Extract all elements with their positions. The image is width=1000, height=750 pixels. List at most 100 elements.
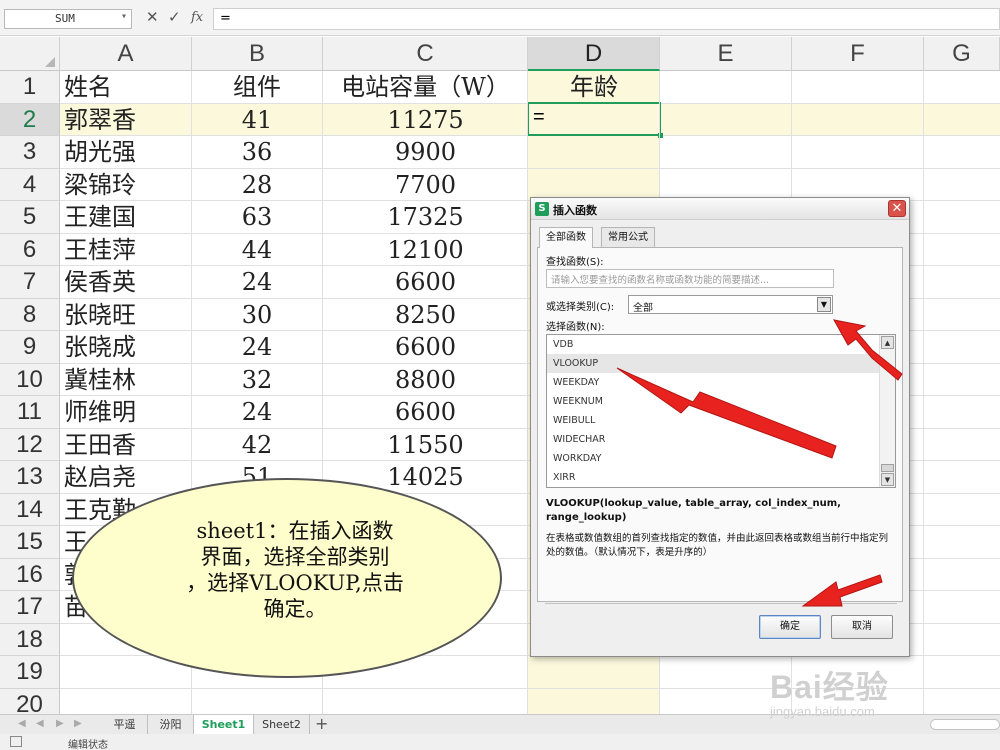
cell-b[interactable]: 28 [192, 169, 322, 202]
cell-a[interactable]: 王田香 [64, 429, 136, 462]
row-header[interactable]: 12 [0, 428, 60, 461]
cell-b[interactable]: 42 [192, 429, 322, 462]
ok-button[interactable]: 确定 [759, 615, 821, 639]
horizontal-scrollbar[interactable] [930, 719, 1000, 730]
sheet-tab[interactable]: Sheet2 [254, 715, 310, 734]
cell-a[interactable]: 张晓旺 [64, 299, 136, 332]
close-icon[interactable]: ✕ [888, 200, 906, 217]
cell-a[interactable]: 师维明 [64, 396, 136, 429]
sheet-tab[interactable]: 平遥 [102, 715, 148, 734]
row-header[interactable]: 5 [0, 201, 60, 234]
cell-b[interactable]: 36 [192, 136, 322, 169]
sheet-tab[interactable]: 汾阳 [148, 715, 194, 734]
row-header[interactable]: 11 [0, 396, 60, 429]
cell-b[interactable]: 组件 [192, 71, 322, 104]
cell-c[interactable]: 6600 [323, 266, 528, 299]
cell-b[interactable]: 63 [192, 201, 322, 234]
function-list-item[interactable]: WEIBULL [547, 411, 880, 430]
cell-a[interactable]: 王桂萍 [64, 234, 136, 267]
cell-a[interactable]: 姓名 [64, 71, 112, 104]
row-header[interactable]: 7 [0, 266, 60, 299]
row-header[interactable]: 4 [0, 168, 60, 201]
cell-c[interactable]: 7700 [323, 169, 528, 202]
macro-icon[interactable] [10, 736, 22, 747]
cell-b[interactable]: 30 [192, 299, 322, 332]
name-box[interactable]: SUM ▾ [4, 9, 132, 29]
cell-a[interactable]: 胡光强 [64, 136, 136, 169]
column-header-f[interactable]: F [792, 37, 924, 71]
function-list-item[interactable]: WORKDAY [547, 449, 880, 468]
scroll-thumb[interactable] [881, 464, 894, 472]
cancel-button[interactable]: 取消 [831, 615, 893, 639]
cell-a[interactable]: 张晓成 [64, 331, 136, 364]
cell-b[interactable]: 44 [192, 234, 322, 267]
cell-d[interactable]: 年龄 [528, 71, 660, 104]
cell-c[interactable]: 17325 [323, 201, 528, 234]
row-header[interactable]: 14 [0, 493, 60, 526]
function-list-item[interactable]: XIRR [547, 468, 880, 487]
select-all-corner[interactable] [0, 37, 60, 71]
function-search-input[interactable]: 请输入您要查找的函数名称或函数功能的简要描述... [546, 269, 834, 288]
cell-c[interactable]: 8250 [323, 299, 528, 332]
cell-a[interactable]: 冀桂林 [64, 364, 136, 397]
column-header-d[interactable]: D [528, 37, 660, 71]
cell-b[interactable]: 24 [192, 331, 322, 364]
cell-a[interactable]: 侯香英 [64, 266, 136, 299]
cell-a[interactable]: 郭翠香 [64, 104, 136, 137]
row-header[interactable]: 17 [0, 591, 60, 624]
column-header-c[interactable]: C [323, 37, 528, 71]
last-sheet-icon[interactable]: ▶ [74, 718, 82, 729]
cell-b[interactable]: 32 [192, 364, 322, 397]
first-sheet-icon[interactable]: ◀ [18, 718, 26, 729]
cell-c[interactable]: 12100 [323, 234, 528, 267]
confirm-icon[interactable]: ✓ [168, 8, 181, 26]
row-header[interactable]: 3 [0, 136, 60, 169]
function-list-item[interactable]: WIDECHAR [547, 430, 880, 449]
function-list-item[interactable]: VDB [547, 335, 880, 354]
row-header[interactable]: 18 [0, 623, 60, 656]
row-header[interactable]: 6 [0, 233, 60, 266]
row-header[interactable]: 19 [0, 656, 60, 689]
next-sheet-icon[interactable]: ▶ [56, 718, 64, 729]
prev-sheet-icon[interactable]: ◀ [36, 718, 44, 729]
row-header[interactable]: 16 [0, 558, 60, 591]
cell-b[interactable]: 41 [192, 104, 322, 137]
cell-c[interactable]: 11550 [323, 429, 528, 462]
column-header-b[interactable]: B [192, 37, 323, 71]
function-list-item[interactable]: WEEKDAY [547, 373, 880, 392]
cell-c[interactable]: 8800 [323, 364, 528, 397]
cell-a[interactable]: 梁锦玲 [64, 169, 136, 202]
cell-c[interactable]: 6600 [323, 396, 528, 429]
cell-c[interactable]: 6600 [323, 331, 528, 364]
row-header[interactable]: 13 [0, 461, 60, 494]
cell-a[interactable]: 王建国 [64, 201, 136, 234]
function-list[interactable]: VDB VLOOKUP WEEKDAY WEEKNUM WEIBULL WIDECHAR W… [546, 334, 896, 488]
function-list-item[interactable]: WEEKNUM [547, 392, 880, 411]
cell-c[interactable]: 电站容量（W） [323, 71, 528, 104]
formula-input[interactable]: = [213, 8, 1000, 30]
cell-c[interactable]: 11275 [323, 104, 528, 137]
row-header[interactable]: 20 [0, 688, 60, 717]
chevron-down-icon[interactable]: ▾ [121, 11, 127, 22]
active-cell-d2[interactable]: = [527, 102, 663, 138]
row-header[interactable]: 9 [0, 331, 60, 364]
row-header[interactable]: 10 [0, 363, 60, 396]
row-header[interactable]: 8 [0, 298, 60, 331]
row-header[interactable]: 1 [0, 71, 60, 104]
cancel-icon[interactable]: ✕ [146, 8, 159, 26]
scroll-up-icon[interactable]: ▲ [881, 336, 894, 349]
insert-function-icon[interactable]: fx [191, 10, 203, 25]
cell-c[interactable]: 9900 [323, 136, 528, 169]
column-header-g[interactable]: G [924, 37, 1000, 71]
cell-b[interactable]: 24 [192, 266, 322, 299]
sheet-tab-active[interactable]: Sheet1 [194, 715, 254, 734]
chevron-down-icon[interactable]: ▼ [817, 297, 831, 312]
function-list-item[interactable]: VLOOKUP [547, 354, 880, 373]
category-select[interactable]: 全部 ▼ [628, 295, 833, 314]
column-header-e[interactable]: E [660, 37, 792, 71]
cell-a[interactable]: 赵启尧 [64, 461, 136, 494]
row-header[interactable]: 2 [0, 103, 60, 136]
vertical-scrollbar[interactable]: ▲ ▼ [879, 335, 895, 487]
tab-all-functions[interactable]: 全部函数 [539, 227, 593, 248]
scroll-down-icon[interactable]: ▼ [881, 473, 894, 486]
